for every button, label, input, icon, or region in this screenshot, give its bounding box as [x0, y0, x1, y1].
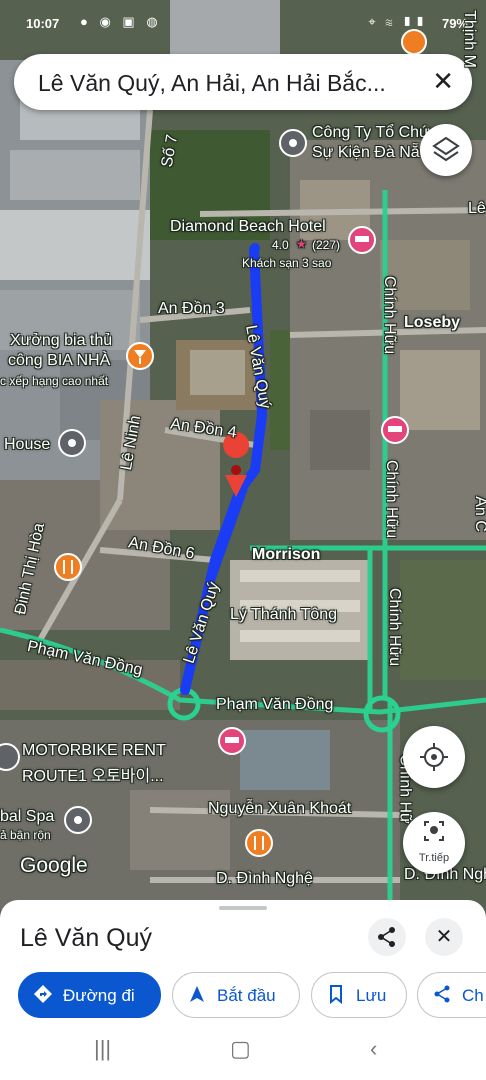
- hotel-rating: 4.0: [272, 238, 289, 252]
- notification-icons: ● ◉ ▣ ◍: [80, 14, 162, 29]
- my-location-button[interactable]: [403, 726, 465, 788]
- save-label: Lưu: [356, 986, 387, 1005]
- road-label-d-dinh-nghe: D. Đình Nghệ: [216, 870, 313, 887]
- search-query[interactable]: Lê Văn Quý, An Hải, An Hải Bắc...: [38, 70, 418, 97]
- bookmark-icon: [330, 985, 342, 1004]
- road-label-nguyen-xuan-khoat: Nguyễn Xuân Khoát: [208, 800, 352, 817]
- share-icon: [378, 927, 395, 947]
- search-bar[interactable]: Lê Văn Quý, An Hải, An Hải Bắc... ✕: [14, 54, 472, 110]
- save-button[interactable]: Lưu: [311, 972, 407, 1018]
- home-icon[interactable]: ▢: [230, 1036, 251, 1062]
- place-label-bar-3: c xếp hạng cao nhất: [0, 374, 109, 388]
- bar-pin-icon: [126, 342, 154, 370]
- share-button[interactable]: [368, 918, 406, 956]
- road-label-chinh-huu-3: Chính Hữu: [386, 587, 404, 667]
- place-label-bar: Xưởng bia thủ: [10, 332, 113, 349]
- hotel-pin-2-icon: [381, 416, 409, 444]
- navigation-arrow-icon: [190, 986, 204, 1002]
- place-label-bar-2: công BIA NHÀ: [8, 352, 111, 369]
- status-bar: 10:07 ● ◉ ▣ ◍ ⌖ ≋ ▮▮ 79%: [0, 0, 486, 44]
- directions-icon: [34, 985, 52, 1003]
- crosshair-icon: [420, 743, 448, 771]
- place-label-hotel: Diamond Beach Hotel: [170, 218, 326, 235]
- recents-icon[interactable]: |||: [94, 1036, 111, 1062]
- road-label-an-don-3: An Đồn 3: [158, 300, 225, 317]
- road-label-ly-thanh-tong: Lý Thánh Tông: [230, 606, 338, 623]
- place-label-company-2: Sự Kiện Đà Nẵ: [312, 144, 420, 161]
- place-label-spa: bal Spa: [0, 808, 55, 825]
- layers-icon: [432, 136, 460, 162]
- close-icon[interactable]: ✕: [432, 66, 454, 97]
- close-icon: ✕: [435, 926, 453, 948]
- back-icon[interactable]: ‹: [370, 1036, 377, 1062]
- share-chip-icon: [434, 985, 450, 1003]
- restaurant-pin-icon: [54, 553, 82, 581]
- place-label-motorbike: MOTORBIKE RENT: [22, 742, 166, 759]
- layers-button[interactable]: [420, 124, 472, 176]
- company-pin-icon: [279, 129, 307, 157]
- status-time: 10:07: [26, 16, 60, 31]
- place-label-motorbike-2: ROUTE1 오토바이...: [22, 768, 164, 785]
- road-label-chinh-huu-1: Chính Hữu: [381, 275, 399, 355]
- sheet-handle[interactable]: [219, 906, 267, 910]
- start-label: Bắt đầu: [217, 986, 276, 1005]
- spa-pin-icon: [64, 806, 92, 834]
- road-label-an-c: An C: [471, 496, 486, 532]
- directions-button[interactable]: Đường đi: [18, 972, 161, 1018]
- live-view-label: Tr.tiếp: [418, 852, 450, 864]
- signal-wifi-icon: ⌖ ≋ ▮▮: [368, 14, 428, 29]
- road-label-pham-van-dong-2: Phạm Văn Đồng: [216, 696, 334, 713]
- road-label-chinh-huu-2: Chính Hữu: [383, 459, 401, 539]
- road-label-morrison: Morrison: [252, 546, 321, 563]
- hotel-reviews: (227): [312, 238, 341, 252]
- place-label-house: House: [4, 436, 51, 453]
- hotel-pin-3-icon: [218, 727, 246, 755]
- restaurant-pin-2-icon: [245, 829, 273, 857]
- directions-label: Đường đi: [63, 986, 135, 1005]
- hotel-type: Khách sạn 3 sao: [242, 256, 332, 270]
- place-label-company: Công Ty Tổ Chức: [312, 124, 438, 141]
- motorbike-pin-icon: [0, 743, 20, 771]
- place-label-spa-2: ả bận rộn: [0, 828, 51, 842]
- road-label-le-right: Lê: [468, 200, 486, 217]
- share-chip-label: Ch: [462, 986, 484, 1005]
- house-pin-icon: [58, 429, 86, 457]
- share-chip-button[interactable]: Ch: [417, 972, 486, 1018]
- place-title: Lê Văn Quý: [20, 924, 153, 952]
- system-nav-bar: ||| ▢ ‹: [0, 1022, 486, 1080]
- hotel-pin-icon: [348, 226, 376, 254]
- road-label-thinh-m: Thịnh M: [460, 10, 478, 68]
- google-logo: Google: [20, 854, 88, 877]
- live-view-button[interactable]: Tr.tiếp: [403, 812, 465, 874]
- live-view-icon: [424, 821, 444, 841]
- start-button[interactable]: Bắt đầu: [172, 972, 300, 1018]
- close-sheet-button[interactable]: ✕: [425, 918, 463, 956]
- road-label-loseby: Loseby: [404, 314, 461, 331]
- star-icon: ★: [296, 237, 307, 251]
